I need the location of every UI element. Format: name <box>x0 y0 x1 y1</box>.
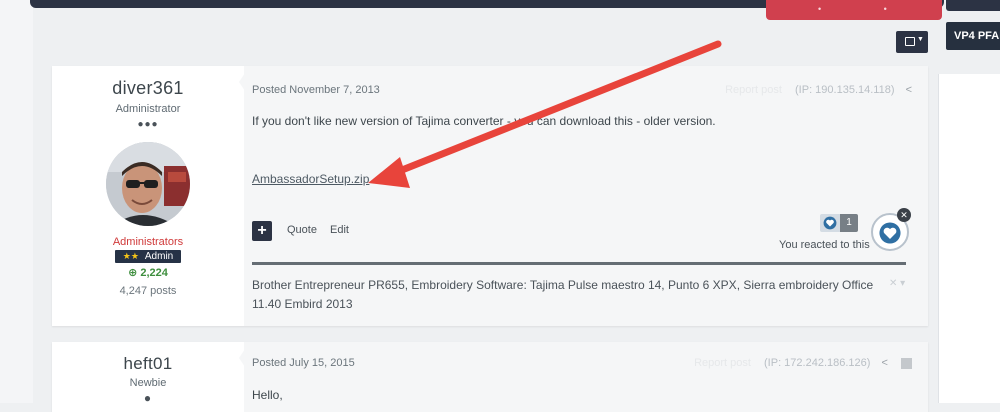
signature-hide-icon[interactable]: ✕ ▾ <box>889 278 905 289</box>
multimod-checkbox[interactable] <box>901 357 912 369</box>
reacted-text[interactable]: You reacted to this <box>779 239 870 251</box>
author-post-count: 4,247 posts <box>119 285 177 297</box>
signature-text: Brother Entrepreneur PR655, Embroidery S… <box>252 278 874 311</box>
avatar[interactable] <box>106 142 190 226</box>
signature-divider <box>252 262 906 265</box>
plus-circle-icon: ⊕ <box>128 267 138 279</box>
star-icon: ★★ <box>122 251 139 261</box>
reputation-count: 2,224 <box>140 267 168 279</box>
post-author-panel: diver361 Administrator ●●● Administrator… <box>52 66 244 326</box>
checkbox-icon <box>905 37 915 46</box>
post-content-text: If you don't like new version of Tajima … <box>252 114 716 128</box>
author-group: Administrators <box>112 236 184 248</box>
heart-icon <box>879 222 901 244</box>
left-gutter <box>0 0 33 403</box>
post-ip[interactable]: (IP: 190.135.14.118) <box>795 84 894 96</box>
author-username[interactable]: heft01 <box>52 354 244 374</box>
post-body: Posted November 7, 2013 Report post (IP:… <box>244 66 928 326</box>
edit-button[interactable]: Edit <box>330 224 349 236</box>
report-post-link[interactable]: Report post <box>725 84 782 96</box>
rank-pips: ●●● <box>137 119 159 130</box>
share-icon[interactable]: < <box>906 84 912 96</box>
sidebar-topic-button[interactable]: VP4 PFAFF <box>946 22 1000 50</box>
post-ip[interactable]: (IP: 172.242.186.126) <box>764 357 870 369</box>
moderation-menu-button[interactable]: ▼ <box>896 31 928 53</box>
admin-badge: ★★ Admin <box>115 250 181 263</box>
caret-down-icon: ▼ <box>917 36 924 43</box>
post-body: Posted July 15, 2015 Report post (IP: 17… <box>244 342 928 412</box>
author-username[interactable]: diver361 <box>52 78 244 99</box>
author-title: Newbie <box>129 377 167 389</box>
close-icon[interactable]: ✕ <box>897 208 911 222</box>
reaction-heart <box>820 214 840 232</box>
report-post-link[interactable]: Report post <box>694 357 751 369</box>
author-title: Administrator <box>115 103 181 115</box>
post-meta-tools: Report post (IP: 190.135.14.118) < <box>725 84 912 96</box>
top-action-button[interactable]: • • <box>766 0 942 20</box>
reaction-count: 1 <box>840 214 858 232</box>
post-content-text: Hello, <box>252 388 283 402</box>
top-right-tab[interactable] <box>946 0 1000 11</box>
post-date[interactable]: Posted November 7, 2013 <box>252 84 380 96</box>
post-date[interactable]: Posted July 15, 2015 <box>252 357 355 369</box>
admin-badge-label: Admin <box>144 251 174 262</box>
sidebar-panel <box>938 74 1000 403</box>
forum-post: diver361 Administrator ●●● Administrator… <box>52 66 928 326</box>
multiquote-button[interactable]: + <box>252 221 272 241</box>
reputation-badge[interactable]: ⊕ 2,224 <box>52 266 244 279</box>
post-author-panel: heft01 Newbie ● <box>52 342 244 412</box>
post-meta-tools: Report post (IP: 172.242.186.126) < <box>694 357 912 369</box>
forum-post: heft01 Newbie ● Posted July 15, 2015 Rep… <box>52 342 928 412</box>
reaction-summary[interactable]: 1 <box>820 214 860 232</box>
attachment-link[interactable]: AmbassadorSetup.zip <box>252 172 369 186</box>
quote-button[interactable]: Quote <box>287 224 317 236</box>
share-icon[interactable]: < <box>882 357 888 369</box>
heart-icon <box>823 216 837 230</box>
